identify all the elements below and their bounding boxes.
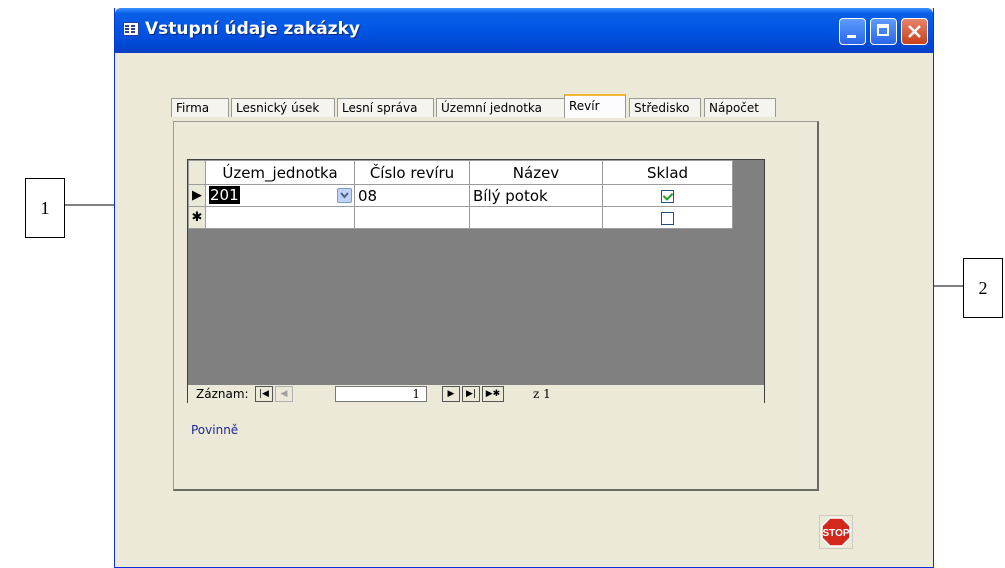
column-header-uzem-jednotka[interactable]: Územ_jednotka <box>205 160 355 185</box>
column-header-nazev[interactable]: Název <box>469 160 603 185</box>
maximize-button[interactable] <box>870 18 897 45</box>
form-window: Vstupní údaje zakázky Firma Lesnický úse… <box>114 8 934 568</box>
previous-record-button[interactable]: ◀ <box>275 386 293 402</box>
record-number-input[interactable]: 1 <box>335 386 427 402</box>
uzem-jednotka-cell-new[interactable] <box>205 206 355 229</box>
tab-firma[interactable]: Firma <box>171 98 229 117</box>
revir-subform: Územ_jednotka Číslo revíru Název Sklad ▶… <box>187 159 765 403</box>
close-button[interactable] <box>901 18 928 45</box>
nazev-cell-new[interactable] <box>469 206 603 229</box>
record-selector-new[interactable]: ✱ <box>188 206 206 229</box>
next-record-button[interactable]: ▶ <box>442 386 460 402</box>
cislo-reviru-cell-new[interactable] <box>354 206 470 229</box>
sklad-checkbox-new[interactable] <box>661 211 674 225</box>
stop-button[interactable]: STOP <box>818 514 854 550</box>
minimize-button[interactable] <box>839 18 866 45</box>
record-label: Záznam: <box>196 387 249 401</box>
stop-sign-icon: STOP <box>818 514 854 550</box>
record-navigator: Záznam: |◀ ◀ 1 ▶ ▶| ▶✱ z 1 <box>188 385 764 403</box>
dropdown-button[interactable] <box>337 188 352 203</box>
new-record-button[interactable]: ▶✱ <box>482 386 504 402</box>
tab-napocet[interactable]: Nápočet <box>704 98 776 117</box>
stop-label: STOP <box>822 528 849 539</box>
record-count: z 1 <box>533 387 551 401</box>
chevron-down-icon <box>340 192 349 199</box>
uzem-jednotka-value: 201 <box>209 186 240 204</box>
tab-lesni-sprava[interactable]: Lesní správa <box>337 98 434 117</box>
callout-2: 2 <box>963 258 1003 318</box>
last-record-button[interactable]: ▶| <box>462 386 480 402</box>
table-row-new: ✱ <box>188 206 733 229</box>
tab-revir[interactable]: Revír <box>564 94 626 118</box>
tab-lesnicky-usek[interactable]: Lesnický úsek <box>231 98 335 117</box>
select-all-cell[interactable] <box>188 160 206 185</box>
uzem-jednotka-combo[interactable]: 201 <box>205 184 355 207</box>
record-selector-current[interactable]: ▶ <box>188 184 206 207</box>
sklad-cell-new[interactable] <box>602 206 733 229</box>
column-header-sklad[interactable]: Sklad <box>602 160 733 185</box>
sklad-cell[interactable] <box>602 184 733 207</box>
form-icon <box>123 22 139 36</box>
sklad-checkbox[interactable] <box>661 189 674 203</box>
column-header-cislo-reviru[interactable]: Číslo revíru <box>354 160 470 185</box>
revir-datasheet: Územ_jednotka Číslo revíru Název Sklad ▶… <box>188 160 733 229</box>
required-label: Povinně <box>191 423 239 437</box>
header-row: Územ_jednotka Číslo revíru Název Sklad <box>188 160 733 185</box>
nazev-cell[interactable]: Bílý potok <box>469 184 603 207</box>
first-record-button[interactable]: |◀ <box>255 386 273 402</box>
tab-stredisko[interactable]: Středisko <box>629 98 701 117</box>
title-bar[interactable]: Vstupní údaje zakázky <box>115 8 933 53</box>
tab-uzemni-jednotka[interactable]: Územní jednotka <box>436 98 565 117</box>
cislo-reviru-cell[interactable]: 08 <box>354 184 470 207</box>
table-row: ▶ 201 08 Bílý potok <box>188 184 733 207</box>
window-title: Vstupní údaje zakázky <box>145 19 360 39</box>
close-icon <box>908 25 921 38</box>
callout-1: 1 <box>25 178 65 238</box>
